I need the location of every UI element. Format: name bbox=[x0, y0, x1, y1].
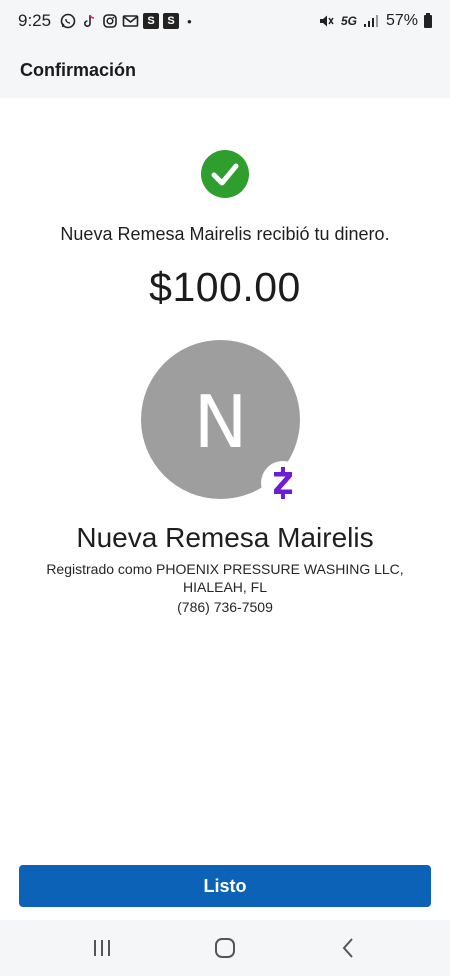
status-time: 9:25 bbox=[18, 11, 52, 30]
confirmation-message: Nueva Remesa Mairelis recibió tu dinero. bbox=[60, 224, 390, 244]
status-right: 5G 57% bbox=[318, 12, 432, 30]
s-app-icon: S bbox=[143, 13, 160, 29]
signal-icon bbox=[363, 13, 380, 30]
whatsapp-icon bbox=[59, 13, 76, 30]
recent-apps-icon[interactable] bbox=[82, 928, 122, 968]
recipient-name: Nueva Remesa Mairelis bbox=[76, 522, 374, 553]
check-circle-icon bbox=[201, 150, 249, 198]
confirmation-screen: 9:25 S S • 5G 57% Confirmación Nueva Rem… bbox=[0, 0, 450, 976]
battery-icon bbox=[424, 12, 432, 28]
back-icon[interactable] bbox=[328, 928, 368, 968]
battery-percent: 57% bbox=[385, 12, 418, 29]
recipient-phone: (786) 736-7509 bbox=[177, 599, 273, 615]
instagram-icon bbox=[101, 13, 118, 30]
network-label: 5G bbox=[340, 14, 357, 28]
gmail-icon bbox=[122, 13, 139, 30]
amount-sent: $100.00 bbox=[149, 264, 301, 310]
tiktok-icon bbox=[80, 13, 97, 30]
confirmation-content: Nueva Remesa Mairelis recibió tu dinero.… bbox=[0, 98, 450, 920]
mute-icon bbox=[318, 13, 335, 30]
avatar-initial: N bbox=[193, 379, 248, 464]
registered-business: Registrado como PHOENIX PRESSURE WASHING… bbox=[46, 561, 404, 595]
zelle-icon bbox=[261, 461, 305, 505]
home-icon[interactable] bbox=[205, 928, 245, 968]
status-left: 9:25 S S • bbox=[18, 11, 192, 31]
status-bar: 9:25 S S • 5G 57% bbox=[0, 0, 450, 42]
page-title: Confirmación bbox=[20, 59, 137, 80]
done-button[interactable]: Listo bbox=[19, 865, 431, 907]
navigation-bar bbox=[0, 920, 450, 976]
s-app-icon: S bbox=[163, 13, 180, 29]
app-header: Confirmación bbox=[0, 42, 450, 98]
notification-dot: • bbox=[187, 13, 192, 29]
